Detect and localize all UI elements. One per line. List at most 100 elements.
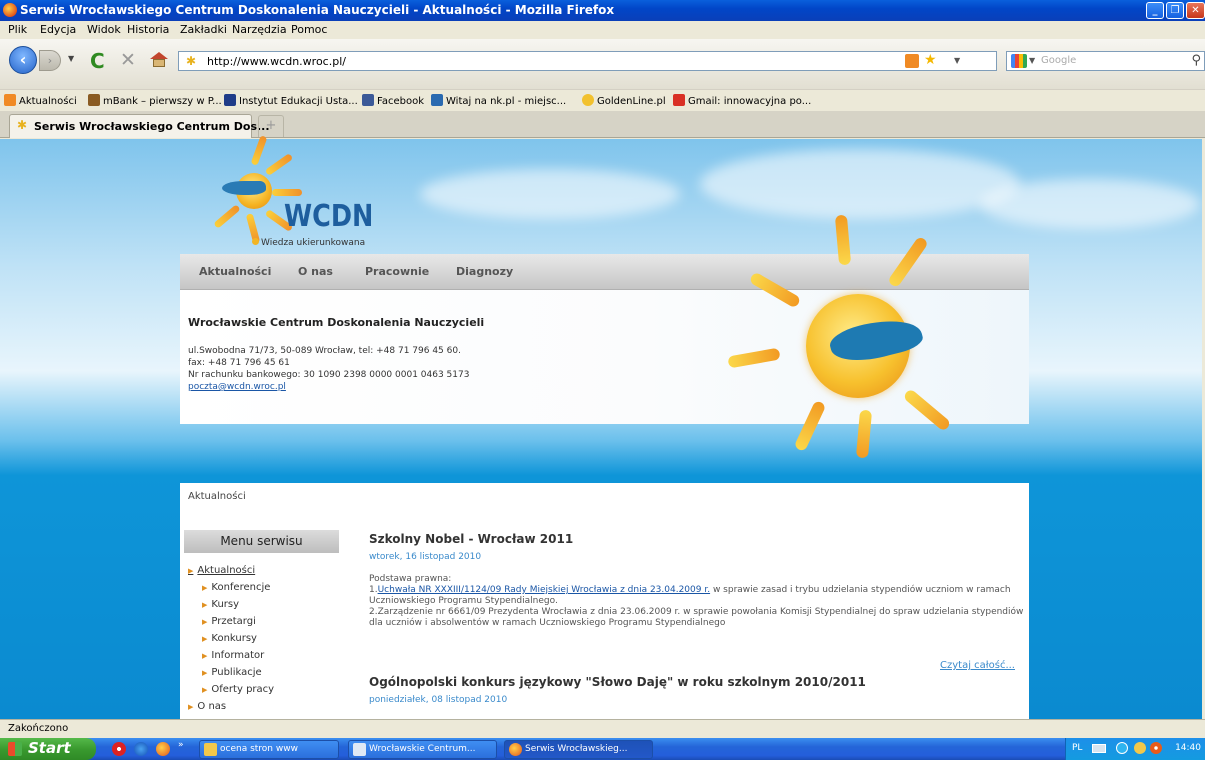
- gmail-icon: [673, 94, 685, 106]
- forward-button[interactable]: ›: [39, 50, 61, 71]
- firefox-icon: [509, 743, 522, 756]
- nav-o-nas[interactable]: O nas: [298, 265, 333, 278]
- minimize-button[interactable]: _: [1146, 2, 1164, 19]
- tagline-dot-icon: [252, 238, 259, 245]
- url-text: http://www.wcdn.wroc.pl/: [207, 55, 346, 68]
- more-icon[interactable]: »: [178, 740, 184, 750]
- email-link[interactable]: poczta@wcdn.wroc.pl: [188, 382, 286, 392]
- menu-bar: Plik Edycja Widok Historia Zakładki Narz…: [0, 21, 1205, 39]
- cloud-decoration: [420, 169, 680, 219]
- menu-help[interactable]: Pomoc: [291, 23, 327, 36]
- logo-ray: [264, 153, 294, 176]
- mbank-icon: [88, 94, 100, 106]
- tab-favicon-icon: ✱: [17, 118, 28, 132]
- bookmark-instytut[interactable]: Instytut Edukacji Usta...: [224, 94, 358, 107]
- menu-tools[interactable]: Narzędzia: [232, 23, 287, 36]
- sidebar-item-konkursy[interactable]: ▶ Konkursy: [202, 633, 257, 644]
- fax: fax: +48 71 796 45 61: [188, 358, 290, 368]
- status-text: Zakończono: [8, 723, 69, 734]
- nav-pracownie[interactable]: Pracownie: [365, 265, 429, 278]
- notification-icon[interactable]: [1134, 742, 1146, 754]
- bookmark-gmail[interactable]: Gmail: innowacyjna po...: [673, 94, 811, 107]
- status-bar: Zakończono: [0, 719, 1205, 738]
- sidebar-item-konferencje[interactable]: ▶ Konferencje: [202, 582, 270, 593]
- menu-edit[interactable]: Edycja: [40, 23, 76, 36]
- article-body: Podstawa prawna: 1.Uchwała NR XXXIII/112…: [369, 574, 1024, 628]
- task-serwis-wroclawskiego[interactable]: Serwis Wrocławskieg...: [504, 740, 653, 759]
- task-ocena-stron[interactable]: ocena stron www: [199, 740, 339, 759]
- reload-icon[interactable]: C: [90, 49, 105, 73]
- task-wroclawskie-centrum[interactable]: Wrocławskie Centrum...: [348, 740, 497, 759]
- maximize-button[interactable]: ❐: [1166, 2, 1184, 19]
- clock: 14:40: [1175, 743, 1201, 753]
- bookmark-facebook[interactable]: Facebook: [362, 94, 424, 107]
- bookmark-mbank[interactable]: mBank – pierwszy w P...: [88, 94, 222, 107]
- arrow-icon: ▶: [188, 703, 194, 711]
- system-tray: PL 14:40: [1065, 738, 1205, 760]
- tab-label: Serwis Wrocławskiego Centrum Dos...: [34, 120, 270, 133]
- history-dropdown-icon[interactable]: ▼: [68, 54, 74, 63]
- bank-account: Nr rachunku bankowego: 30 1090 2398 0000…: [188, 370, 470, 380]
- sidebar-item-o-nas[interactable]: ▶ O nas: [188, 701, 226, 712]
- taskbar: Start » ocena stron www Wrocławskie Cent…: [0, 738, 1205, 760]
- sidebar-item-publikacje[interactable]: ▶ Publikacje: [202, 667, 262, 678]
- language-indicator[interactable]: PL: [1072, 743, 1082, 753]
- menu-view[interactable]: Widok: [87, 23, 121, 36]
- search-icon[interactable]: ⚲: [1191, 53, 1201, 68]
- rss-feed-icon[interactable]: [905, 54, 919, 68]
- sidebar-item-oferty-pracy[interactable]: ▶ Oferty pracy: [202, 684, 274, 695]
- article-title[interactable]: Szkolny Nobel - Wrocław 2011: [369, 532, 573, 546]
- nk-icon: [431, 94, 443, 106]
- bookmark-nk[interactable]: Witaj na nk.pl - miejsc...: [431, 94, 566, 107]
- site-favicon-icon: ✱: [186, 54, 197, 68]
- tab-bar: ✱ Serwis Wrocławskiego Centrum Dos... +: [0, 111, 1205, 138]
- goldenline-icon: [582, 94, 594, 106]
- bookmark-star-icon[interactable]: ★: [924, 52, 937, 68]
- sidebar-item-kursy[interactable]: ▶ Kursy: [202, 599, 239, 610]
- stop-icon[interactable]: ✕: [120, 49, 136, 71]
- home-icon[interactable]: [150, 52, 168, 67]
- close-button[interactable]: ✕: [1186, 2, 1205, 19]
- logo-ray: [272, 189, 302, 196]
- firefox-icon: [3, 3, 17, 17]
- folder-icon: [204, 743, 217, 756]
- back-button[interactable]: ‹: [9, 46, 37, 74]
- opera-icon[interactable]: [112, 742, 126, 756]
- cloud-decoration: [700, 149, 1020, 219]
- start-button[interactable]: Start: [0, 738, 96, 760]
- firefox-launch-icon[interactable]: [156, 742, 170, 756]
- sidebar-item-informator[interactable]: ▶ Informator: [202, 650, 264, 661]
- logo-ray: [213, 204, 241, 229]
- sidebar-item-przetargi[interactable]: ▶ Przetargi: [202, 616, 256, 627]
- content-box: Aktualności Menu serwisu ▶ Aktualności ▶ K…: [180, 483, 1029, 723]
- search-engine-dropdown-icon[interactable]: ▼: [1029, 56, 1035, 65]
- search-bar[interactable]: ▼ Google ⚲: [1006, 51, 1205, 71]
- network-icon[interactable]: [1116, 742, 1128, 754]
- nav-aktualnosci[interactable]: Aktualności: [199, 265, 271, 278]
- bookmark-aktualnosci[interactable]: Aktualności: [4, 94, 77, 107]
- article-title[interactable]: Ogólnopolski konkurs językowy "Słowo Daj…: [369, 675, 866, 689]
- cloud-decoration: [980, 179, 1200, 229]
- sidebar-item-aktualnosci[interactable]: ▶ Aktualności: [188, 565, 255, 576]
- menu-file[interactable]: Plik: [8, 23, 27, 36]
- arrow-icon: ▶: [202, 669, 208, 677]
- article-date: wtorek, 16 listopad 2010: [369, 552, 482, 562]
- menu-bookmarks[interactable]: Zakładki: [180, 23, 227, 36]
- windows-logo-icon: [8, 742, 22, 756]
- facebook-icon: [362, 94, 374, 106]
- keyboard-icon[interactable]: [1092, 744, 1106, 753]
- read-more-link[interactable]: Czytaj całość...: [940, 660, 1015, 671]
- url-bar[interactable]: ✱ http://www.wcdn.wroc.pl/ ★ ▼: [178, 51, 997, 71]
- url-dropdown-icon[interactable]: ▼: [954, 56, 960, 65]
- update-icon[interactable]: [1150, 742, 1162, 754]
- article-date: poniedziałek, 08 listopad 2010: [369, 695, 508, 705]
- google-engine-icon[interactable]: [1011, 54, 1027, 68]
- tab-active[interactable]: ✱ Serwis Wrocławskiego Centrum Dos...: [9, 114, 270, 138]
- resolution-link[interactable]: Uchwała NR XXXIII/1124/09 Rady Miejskiej…: [378, 585, 710, 595]
- bookmark-goldenline[interactable]: GoldenLine.pl: [582, 94, 666, 107]
- nav-diagnozy[interactable]: Diagnozy: [456, 265, 513, 278]
- menu-history[interactable]: Historia: [127, 23, 169, 36]
- breadcrumb: Aktualności: [188, 491, 246, 502]
- new-tab-button[interactable]: +: [258, 115, 284, 137]
- chrome-icon[interactable]: [134, 742, 148, 756]
